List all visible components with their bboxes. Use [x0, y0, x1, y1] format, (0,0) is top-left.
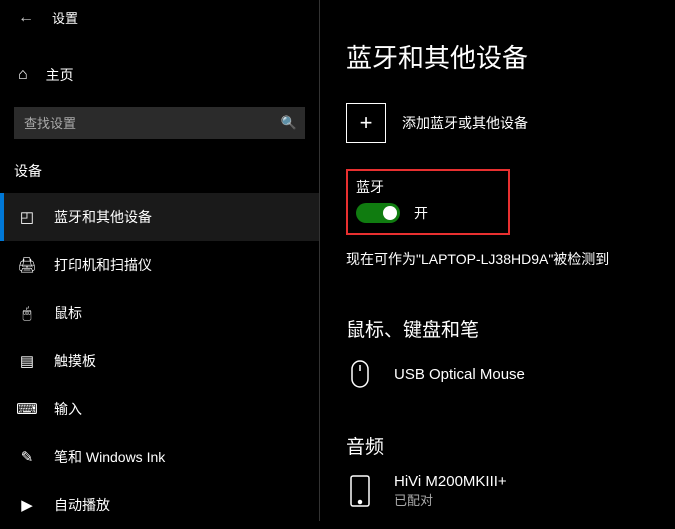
audio-title: 音频: [346, 432, 675, 459]
search-input[interactable]: [24, 116, 281, 131]
sidebar-item-pen[interactable]: ✎ 笔和 Windows Ink: [0, 433, 319, 481]
mouse-kb-title: 鼠标、键盘和笔: [346, 315, 675, 342]
sidebar-item-label: 触摸板: [54, 351, 96, 371]
bluetooth-toggle-block: 蓝牙 开: [346, 169, 510, 235]
home-icon: ⌂: [18, 66, 28, 84]
search-icon[interactable]: 🔍: [281, 115, 297, 131]
keyboard-icon: ⌨: [18, 400, 36, 418]
printer-icon: 🖨: [18, 256, 36, 274]
sidebar-item-label: 蓝牙和其他设备: [54, 207, 152, 227]
touchpad-icon: ▤: [18, 352, 36, 370]
sidebar-item-mouse[interactable]: 🖱 鼠标: [0, 289, 319, 337]
plus-icon: +: [346, 103, 386, 143]
sidebar-item-label: 打印机和扫描仪: [54, 255, 152, 275]
pen-icon: ✎: [18, 448, 36, 466]
device-name: USB Optical Mouse: [394, 366, 525, 383]
page-title: 蓝牙和其他设备: [346, 38, 675, 75]
bluetooth-state: 开: [414, 203, 428, 223]
home-label: 主页: [46, 65, 74, 85]
sidebar-item-printers[interactable]: 🖨 打印机和扫描仪: [0, 241, 319, 289]
sidebar-item-label: 输入: [54, 399, 82, 419]
add-device-label: 添加蓝牙或其他设备: [402, 113, 528, 133]
device-row-audio[interactable]: HiVi M200MKIII+ 已配对: [346, 473, 675, 509]
bluetooth-toggle[interactable]: [356, 203, 400, 223]
phone-device-icon: [346, 473, 374, 509]
sidebar-item-bluetooth[interactable]: ◰ 蓝牙和其他设备: [0, 193, 319, 241]
sidebar-item-input[interactable]: ⌨ 输入: [0, 385, 319, 433]
sidebar-item-touchpad[interactable]: ▤ 触摸板: [0, 337, 319, 385]
search-box[interactable]: 🔍: [14, 107, 305, 139]
back-icon[interactable]: ←: [18, 9, 34, 27]
bluetooth-icon: ◰: [18, 208, 36, 226]
section-label: 设备: [0, 139, 319, 193]
mouse-icon: 🖱: [18, 305, 36, 322]
device-row-mouse[interactable]: USB Optical Mouse: [346, 356, 675, 392]
device-name: HiVi M200MKIII+: [394, 473, 507, 490]
sidebar-item-home[interactable]: ⌂ 主页: [0, 53, 319, 97]
mouse-device-icon: [346, 356, 374, 392]
add-device-button[interactable]: + 添加蓝牙或其他设备: [346, 103, 675, 143]
device-status: 已配对: [394, 490, 507, 509]
autoplay-icon: ▶: [18, 496, 36, 514]
bluetooth-label: 蓝牙: [356, 177, 428, 197]
sidebar-item-label: 笔和 Windows Ink: [54, 447, 165, 467]
sidebar-item-autoplay[interactable]: ▶ 自动播放: [0, 481, 319, 529]
discoverable-text: 现在可作为"LAPTOP-LJ38HD9A"被检测到: [346, 249, 675, 269]
sidebar-item-label: 鼠标: [54, 303, 82, 323]
header-title: 设置: [52, 8, 78, 27]
sidebar-item-label: 自动播放: [54, 495, 110, 515]
